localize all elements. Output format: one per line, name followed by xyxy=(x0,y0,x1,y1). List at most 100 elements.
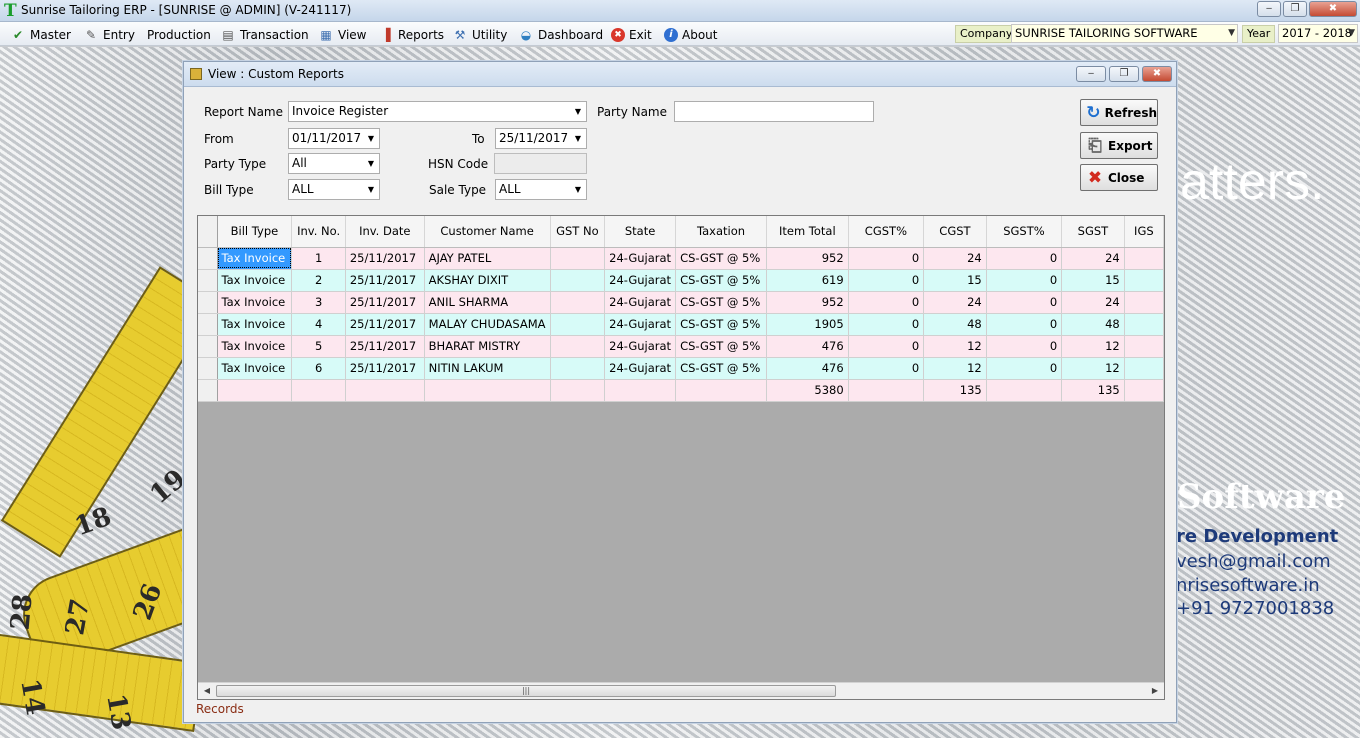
grid-cell[interactable] xyxy=(424,379,551,402)
grid-cell[interactable]: 0 xyxy=(986,291,1063,314)
grid-cell[interactable] xyxy=(345,379,425,402)
sale-type-select[interactable]: ALL ▼ xyxy=(495,179,587,200)
grid-cell[interactable] xyxy=(675,379,767,402)
grid-cell[interactable] xyxy=(986,379,1063,402)
menu-entry[interactable]: ✎ Entry xyxy=(83,26,135,44)
grid-cell[interactable]: 12 xyxy=(923,357,987,380)
grid-cell[interactable] xyxy=(550,269,606,292)
grid-cell[interactable]: 25/11/2017 xyxy=(345,313,425,336)
grid-cell[interactable]: AKSHAY DIXIT xyxy=(424,269,551,292)
menu-reports[interactable]: ▐ Reports xyxy=(378,26,444,44)
table-row[interactable]: Tax Invoice 4 25/11/2017 MALAY CHUDASAMA 24-… xyxy=(198,313,1164,336)
grid-cell[interactable]: CS-GST @ 5% xyxy=(675,357,767,380)
column-header[interactable]: IGS xyxy=(1124,216,1164,248)
grid-cell[interactable] xyxy=(1124,291,1164,314)
grid-cell[interactable]: 24-Gujarat xyxy=(604,269,677,292)
grid-cell[interactable]: 24-Gujarat xyxy=(604,313,677,336)
grid-cell[interactable]: AJAY PATEL xyxy=(424,247,551,270)
grid-cell[interactable]: 24-Gujarat xyxy=(604,247,677,270)
menu-production[interactable]: Production xyxy=(147,26,211,44)
grid-cell[interactable]: CS-GST @ 5% xyxy=(675,269,767,292)
horizontal-scrollbar[interactable]: ◀ ||| ▶ xyxy=(198,682,1164,699)
grid-cell[interactable]: 5380 xyxy=(766,379,849,402)
grid-cell[interactable] xyxy=(550,291,606,314)
grid-cell[interactable]: 0 xyxy=(986,335,1063,358)
column-header[interactable]: CGST xyxy=(923,216,987,248)
grid-cell[interactable]: 952 xyxy=(766,247,849,270)
grid-cell[interactable]: 0 xyxy=(848,291,925,314)
row-header[interactable] xyxy=(198,291,218,314)
grid-cell[interactable]: 24 xyxy=(1061,291,1125,314)
grid-cell[interactable]: 619 xyxy=(766,269,849,292)
grid-cell[interactable]: 6 xyxy=(291,357,346,380)
company-select[interactable]: SUNRISE TAILORING SOFTWARE ▼ xyxy=(1011,24,1238,43)
row-header[interactable] xyxy=(198,335,218,358)
hsn-code-field[interactable] xyxy=(494,153,587,174)
grid-cell[interactable] xyxy=(1124,247,1164,270)
grid-cell[interactable] xyxy=(291,379,346,402)
grid-cell[interactable] xyxy=(550,313,606,336)
grid-cell[interactable]: 12 xyxy=(1061,335,1125,358)
app-minimize-button[interactable]: ‒ xyxy=(1257,1,1281,17)
grid-cell[interactable] xyxy=(848,379,925,402)
column-header[interactable]: Inv. Date xyxy=(345,216,425,248)
grid-cell[interactable]: 12 xyxy=(923,335,987,358)
scroll-right-icon[interactable]: ▶ xyxy=(1148,685,1162,697)
table-row[interactable]: Tax Invoice 6 25/11/2017 NITIN LAKUM 24-Guja… xyxy=(198,357,1164,380)
grid-cell[interactable]: 0 xyxy=(848,313,925,336)
window-close-button[interactable]: ✖ xyxy=(1142,66,1172,82)
grid-cell[interactable]: 15 xyxy=(1061,269,1125,292)
to-date-picker[interactable]: 25/11/2017 ▼ xyxy=(495,128,587,149)
grid-cell[interactable]: 25/11/2017 xyxy=(345,335,425,358)
grid-cell[interactable]: Tax Invoice xyxy=(217,357,293,380)
menu-view[interactable]: ▦ View xyxy=(318,26,366,44)
export-button[interactable]: ⎗ Export xyxy=(1080,132,1158,159)
grid-cell[interactable]: 476 xyxy=(766,357,849,380)
menu-master[interactable]: ✔ Master xyxy=(10,26,71,44)
grid-cell[interactable]: 24 xyxy=(923,291,987,314)
grid-cell[interactable]: NITIN LAKUM xyxy=(424,357,551,380)
grid-cell[interactable]: Tax Invoice xyxy=(217,313,293,336)
column-header[interactable]: Bill Type xyxy=(217,216,293,248)
grid-cell[interactable]: Tax Invoice xyxy=(217,291,293,314)
menu-utility[interactable]: ⚒ Utility xyxy=(452,26,508,44)
grid-cell[interactable] xyxy=(1124,379,1164,402)
window-maximize-button[interactable]: ❐ xyxy=(1109,66,1139,82)
row-header[interactable] xyxy=(198,247,218,270)
grid-cell[interactable] xyxy=(217,379,293,402)
grid-cell[interactable]: CS-GST @ 5% xyxy=(675,291,767,314)
grid-cell[interactable] xyxy=(1124,335,1164,358)
table-row[interactable]: Tax Invoice 2 25/11/2017 AKSHAY DIXIT 24-Guj… xyxy=(198,269,1164,292)
report-name-select[interactable]: Invoice Register ▼ xyxy=(288,101,587,122)
grid-cell[interactable] xyxy=(1124,313,1164,336)
grid-cell[interactable]: 0 xyxy=(986,247,1063,270)
grid-cell[interactable] xyxy=(604,379,677,402)
grid-cell[interactable]: 1905 xyxy=(766,313,849,336)
grid-cell[interactable]: 15 xyxy=(923,269,987,292)
bill-type-select[interactable]: ALL ▼ xyxy=(288,179,380,200)
grid-cell[interactable]: 0 xyxy=(848,247,925,270)
party-type-select[interactable]: All ▼ xyxy=(288,153,380,174)
grid-cell[interactable] xyxy=(1124,269,1164,292)
grid-cell[interactable] xyxy=(550,379,606,402)
grid-cell[interactable] xyxy=(550,335,606,358)
grid-cell[interactable]: 24 xyxy=(1061,247,1125,270)
table-row[interactable]: Tax Invoice 3 25/11/2017 ANIL SHARMA 24-Guja… xyxy=(198,291,1164,314)
column-header[interactable]: GST No xyxy=(550,216,606,248)
grid-cell[interactable]: 12 xyxy=(1061,357,1125,380)
app-close-button[interactable]: ✖ xyxy=(1309,1,1357,17)
grid-cell[interactable]: 25/11/2017 xyxy=(345,269,425,292)
grid-cell[interactable]: 24-Gujarat xyxy=(604,335,677,358)
grid-cell[interactable]: 0 xyxy=(986,313,1063,336)
grid-cell[interactable]: 0 xyxy=(848,335,925,358)
grid-cell[interactable]: CS-GST @ 5% xyxy=(675,313,767,336)
table-row[interactable]: Tax Invoice 5 25/11/2017 BHARAT MISTRY 24-Gu… xyxy=(198,335,1164,358)
grid-cell[interactable]: 48 xyxy=(1061,313,1125,336)
totals-row[interactable]: 5380 135 135 xyxy=(198,379,1164,402)
grid-cell[interactable]: 0 xyxy=(848,269,925,292)
column-header[interactable]: Customer Name xyxy=(424,216,551,248)
grid-cell[interactable]: Tax Invoice xyxy=(217,335,293,358)
grid-cell[interactable]: 48 xyxy=(923,313,987,336)
grid-cell[interactable]: ANIL SHARMA xyxy=(424,291,551,314)
grid-cell[interactable]: 24-Gujarat xyxy=(604,357,677,380)
